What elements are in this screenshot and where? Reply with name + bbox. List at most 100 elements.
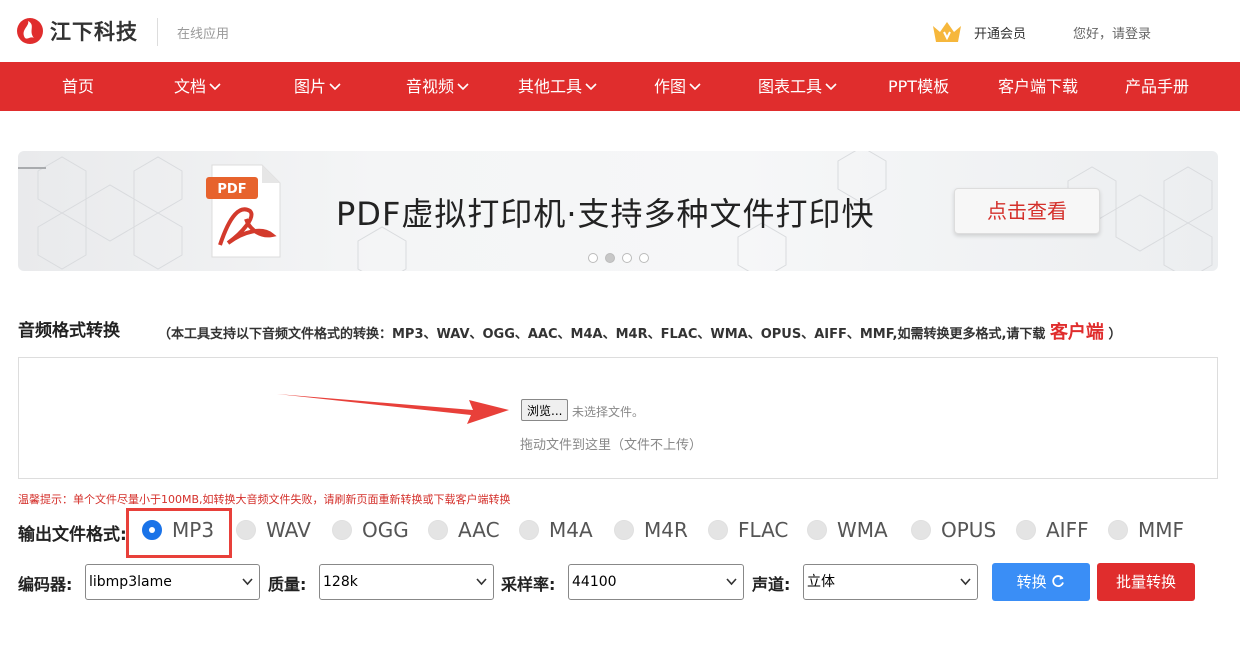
nav-label: 产品手册	[1125, 77, 1190, 96]
carousel-dots	[588, 253, 649, 263]
nav-item-docs[interactable]: 文档	[174, 62, 221, 111]
client-download-link[interactable]: 客户端	[1050, 322, 1104, 343]
format-option-flac[interactable]: FLAC	[708, 514, 788, 546]
nav-item-drawing[interactable]: 作图	[654, 62, 701, 111]
channel-select[interactable]: 立体	[803, 564, 978, 600]
format-option-label: OGG	[362, 518, 409, 542]
chevron-down-icon	[825, 82, 837, 90]
header: 江下科技 在线应用 开通会员 您好，请登录	[0, 0, 1240, 62]
format-option-label: MP3	[172, 518, 215, 542]
nav-item-other-tools[interactable]: 其他工具	[518, 62, 597, 111]
format-option-m4r[interactable]: M4R	[614, 514, 688, 546]
output-format-label: 输出文件格式:	[18, 525, 127, 545]
format-option-label: M4A	[549, 518, 593, 542]
brand-name: 江下科技	[50, 20, 138, 44]
format-option-label: MMF	[1138, 518, 1185, 542]
nav-item-home[interactable]: 首页	[62, 62, 94, 111]
channel-value: 立体	[807, 574, 835, 590]
logo[interactable]: 江下科技	[16, 16, 138, 46]
quality-label: 质量:	[268, 575, 307, 594]
radio-icon[interactable]	[614, 520, 634, 540]
nav-label: 图片	[294, 77, 327, 96]
carousel-dot-active[interactable]	[605, 253, 615, 263]
upload-dropzone[interactable]: 浏览... 未选择文件。 拖动文件到这里（文件不上传）	[18, 357, 1218, 479]
tool-title: 音频格式转换	[18, 321, 120, 341]
nav-label: 图表工具	[758, 77, 823, 96]
nav-item-images[interactable]: 图片	[294, 62, 341, 111]
banner-view-button[interactable]: 点击查看	[954, 188, 1100, 234]
radio-checked-icon[interactable]	[142, 520, 162, 540]
carousel-dot[interactable]	[639, 253, 649, 263]
logo-divider	[157, 18, 158, 46]
login-link[interactable]: 您好，请登录	[1073, 23, 1151, 42]
format-option-label: WAV	[266, 518, 311, 542]
radio-icon[interactable]	[1108, 520, 1128, 540]
format-option-opus[interactable]: OPUS	[911, 514, 996, 546]
banner-headline: PDF虚拟打印机·支持多种文件打印快	[336, 195, 875, 233]
nav-item-media[interactable]: 音视频	[406, 62, 469, 111]
chevron-down-icon	[726, 578, 737, 586]
convert-button[interactable]: 转换	[992, 563, 1090, 601]
format-option-ogg[interactable]: OGG	[332, 514, 409, 546]
encoder-value: libmp3lame	[89, 574, 172, 590]
nav-item-chart-tools[interactable]: 图表工具	[758, 62, 837, 111]
browse-file-button[interactable]: 浏览...	[521, 399, 569, 421]
format-option-aiff[interactable]: AIFF	[1016, 514, 1089, 546]
brand-subtitle: 在线应用	[177, 27, 230, 42]
radio-icon[interactable]	[236, 520, 256, 540]
radio-icon[interactable]	[428, 520, 448, 540]
nav-label: 音视频	[406, 77, 455, 96]
quality-select[interactable]: 128k	[319, 564, 494, 600]
chevron-down-icon	[960, 578, 971, 586]
no-file-text: 未选择文件。	[572, 405, 645, 419]
arrow-annotation-icon	[277, 394, 509, 424]
nav-label: 首页	[62, 77, 95, 96]
logo-swirl-icon	[17, 18, 43, 44]
drag-hint-text: 拖动文件到这里（文件不上传）	[520, 438, 703, 453]
chevron-down-icon	[585, 82, 597, 90]
samplerate-value: 44100	[572, 574, 617, 590]
vip-link[interactable]: 开通会员	[930, 18, 1026, 46]
nav-item-product-manual[interactable]: 产品手册	[1125, 62, 1189, 111]
radio-icon[interactable]	[1016, 520, 1036, 540]
format-option-wma[interactable]: WMA	[807, 514, 888, 546]
radio-icon[interactable]	[519, 520, 539, 540]
format-option-label: M4R	[644, 518, 688, 542]
carousel-dot[interactable]	[588, 253, 598, 263]
chevron-down-icon	[476, 578, 487, 586]
radio-icon[interactable]	[911, 520, 931, 540]
format-option-mmf[interactable]: MMF	[1108, 514, 1184, 546]
format-option-mp3[interactable]: MP3	[142, 514, 214, 546]
tool-description: （本工具支持以下音频文件格式的转换：MP3、WAV、OGG、AAC、M4A、M4…	[158, 318, 1121, 344]
nav-label: PPT模板	[888, 77, 950, 96]
format-option-label: AIFF	[1046, 518, 1089, 542]
format-option-wav[interactable]: WAV	[236, 514, 311, 546]
carousel-dot[interactable]	[622, 253, 632, 263]
crown-icon	[933, 22, 961, 42]
encoder-label: 编码器:	[18, 575, 73, 594]
chevron-down-icon	[689, 82, 701, 90]
radio-icon[interactable]	[332, 520, 352, 540]
vip-label: 开通会员	[974, 26, 1027, 42]
pdf-file-icon: PDF	[206, 164, 281, 258]
encoder-select[interactable]: libmp3lame	[85, 564, 260, 600]
radio-icon[interactable]	[807, 520, 827, 540]
samplerate-select[interactable]: 44100	[568, 564, 744, 600]
nav-item-ppt-templates[interactable]: PPT模板	[888, 62, 949, 111]
tool-desc-prefix: （本工具支持以下音频文件格式的转换：MP3、WAV、OGG、AAC、M4A、M4…	[158, 327, 1046, 342]
main-nav: 首页 文档 图片 音视频 其他工具 作图 图表工具 PPT模板 客户端下载 产品…	[0, 62, 1240, 111]
format-option-aac[interactable]: AAC	[428, 514, 500, 546]
samplerate-label: 采样率:	[501, 575, 556, 594]
promo-banner[interactable]: PDF PDF虚拟打印机·支持多种文件打印快 点击查看	[18, 151, 1218, 271]
format-option-m4a[interactable]: M4A	[519, 514, 593, 546]
nav-label: 文档	[174, 77, 207, 96]
format-option-label: WMA	[837, 518, 888, 542]
nav-item-client-download[interactable]: 客户端下载	[998, 62, 1078, 111]
format-option-label: AAC	[458, 518, 500, 542]
pdf-icon-label: PDF	[217, 182, 246, 197]
chevron-down-icon	[329, 82, 341, 90]
batch-convert-button[interactable]: 批量转换	[1097, 563, 1195, 601]
nav-label: 其他工具	[518, 77, 583, 96]
quality-value: 128k	[323, 574, 358, 590]
radio-icon[interactable]	[708, 520, 728, 540]
